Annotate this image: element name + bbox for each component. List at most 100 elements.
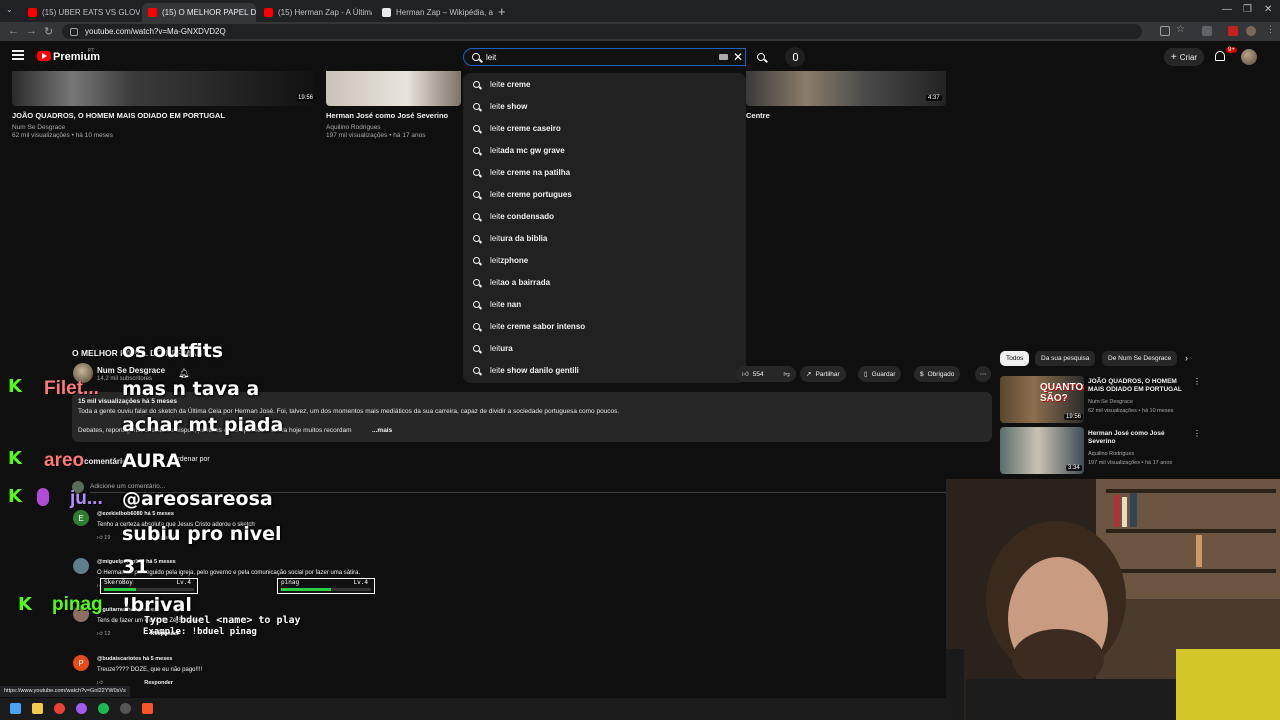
suggestion-completion: zphone: [500, 255, 529, 265]
reload-icon[interactable]: ↻: [44, 25, 53, 38]
restore-icon[interactable]: ❐: [1243, 4, 1252, 15]
video-thumbnail[interactable]: [326, 71, 461, 106]
chip-from-search[interactable]: Da sua pesquisa: [1035, 351, 1096, 366]
more-options-icon[interactable]: ⋮: [1193, 429, 1201, 438]
new-tab-icon[interactable]: +: [498, 4, 506, 19]
reply-button[interactable]: Responder: [144, 680, 173, 686]
browser-menu-icon[interactable]: ⋮: [1266, 24, 1276, 34]
start-icon[interactable]: [10, 703, 21, 714]
obs-icon[interactable]: [120, 703, 131, 714]
site-info-icon[interactable]: [70, 27, 78, 36]
sidebar-video-thumbnail[interactable]: 3:34: [1000, 427, 1084, 474]
suggestion-item[interactable]: leit e condensado: [463, 205, 746, 227]
suggestion-prefix: leit: [490, 321, 501, 331]
like-icon[interactable]: 👍︎: [742, 370, 749, 378]
search-icon: [473, 256, 480, 264]
install-app-icon[interactable]: [1160, 26, 1170, 36]
browser-tab[interactable]: (15) UBER EATS VS GLOVO I CU ✕: [22, 3, 140, 22]
video-meta: 62 mil visualizações • há 10 meses: [12, 132, 113, 139]
video-thumbnail[interactable]: [746, 71, 946, 106]
account-avatar[interactable]: [1241, 49, 1257, 65]
webcam-image: [946, 479, 1280, 720]
suggestion-item[interactable]: leit ao a bairrada: [463, 271, 746, 293]
dislike-icon[interactable]: 👎︎: [783, 370, 790, 378]
suggestion-prefix: leit: [490, 145, 501, 155]
tab-label: (15) Herman Zap - A Última Ce: [278, 8, 372, 17]
sidebar-video-thumbnail[interactable]: QUANTOS SÃO? 19:56: [1000, 376, 1084, 423]
chevron-right-icon[interactable]: ›: [1185, 353, 1188, 363]
suggestion-item[interactable]: leit e show: [463, 95, 746, 117]
extensions-icon[interactable]: [1202, 26, 1212, 36]
suggestion-item[interactable]: leit ura: [463, 337, 746, 359]
tab-search-icon[interactable]: ⌄: [6, 5, 13, 14]
video-thumbnail[interactable]: [12, 71, 314, 106]
more-actions-button[interactable]: ⋯: [975, 366, 991, 382]
suggestion-prefix: leit: [490, 101, 501, 111]
suggestion-item[interactable]: leit e creme na patilha: [463, 161, 746, 183]
video-title[interactable]: JOÃO QUADROS, O HOMEM MAIS ODIADO EM POR…: [12, 111, 225, 120]
save-label: Guardar: [871, 370, 896, 378]
search-box[interactable]: ✕: [463, 48, 746, 66]
suggestion-item[interactable]: leit e creme sabor intenso: [463, 315, 746, 337]
share-button[interactable]: ↗ Partilhar: [800, 366, 846, 382]
video-title[interactable]: Centre: [746, 111, 770, 120]
close-window-icon[interactable]: ✕: [1264, 4, 1272, 15]
search-button[interactable]: [749, 48, 773, 66]
video-title[interactable]: Herman José como José Severino: [326, 111, 448, 120]
sidebar-video-channel[interactable]: Num Se Desgrace: [1088, 398, 1198, 406]
bookmark-star-icon[interactable]: ☆: [1176, 24, 1186, 35]
brave-icon[interactable]: [142, 703, 153, 714]
save-button[interactable]: ▯ Guardar: [858, 366, 902, 382]
thanks-button[interactable]: $ Obrigado: [914, 366, 961, 382]
comment-avatar[interactable]: P: [73, 655, 89, 671]
youtube-logo-icon[interactable]: [37, 51, 51, 61]
extension-badge-icon[interactable]: [1228, 26, 1238, 36]
suggestion-item[interactable]: leit ada mc gw grave: [463, 139, 746, 161]
suggestion-completion: e show: [500, 101, 528, 111]
suggestion-item[interactable]: leit e creme caseiro: [463, 117, 746, 139]
file-explorer-icon[interactable]: [32, 703, 43, 714]
keyboard-icon[interactable]: [719, 54, 728, 60]
messenger-icon[interactable]: [76, 703, 87, 714]
sidebar-video-title[interactable]: Herman José como José Severino: [1088, 430, 1188, 446]
spotify-icon[interactable]: [98, 703, 109, 714]
create-button[interactable]: + Criar: [1164, 48, 1204, 66]
suggestion-item[interactable]: leit e creme portugues: [463, 183, 746, 205]
back-icon[interactable]: ←: [8, 25, 19, 37]
notifications-bell-icon[interactable]: [1215, 51, 1225, 61]
more-options-icon[interactable]: ⋮: [1193, 377, 1201, 386]
hamburger-menu-icon[interactable]: [12, 50, 24, 60]
chip-all[interactable]: Todos: [1000, 351, 1030, 366]
suggestion-item[interactable]: leit zphone: [463, 249, 746, 271]
comment-author[interactable]: @budaiscariotes há 5 meses: [97, 656, 172, 662]
suggestion-item[interactable]: leit ura da biblia: [463, 227, 746, 249]
kick-icon: K: [18, 594, 32, 615]
voice-search-button[interactable]: [785, 47, 805, 67]
notification-count-badge: 9+: [1226, 47, 1237, 53]
like-dislike-pill[interactable]: 👍︎ 554 👎︎: [736, 366, 796, 382]
duel-player-level: Lv.4: [176, 579, 191, 586]
search-input[interactable]: [486, 52, 706, 62]
chat-message: AURA: [122, 450, 181, 472]
browser-tab[interactable]: (15) Herman Zap - A Última Ce ✕: [258, 3, 372, 22]
omnibox[interactable]: youtube.com/watch?v=Ma-GNXDVD2Q: [62, 24, 1142, 39]
suggestion-prefix: leit: [490, 211, 501, 221]
chrome-icon[interactable]: [54, 703, 65, 714]
browser-tab[interactable]: Herman Zap – Wikipédia, a enc ✕: [376, 3, 494, 22]
forward-icon[interactable]: →: [26, 25, 37, 37]
sidebar-video-title[interactable]: JOÃO QUADROS, O HOMEM MAIS ODIADO EM POR…: [1088, 378, 1188, 394]
kick-icon: K: [8, 486, 22, 507]
clear-search-icon[interactable]: ✕: [733, 50, 743, 64]
webcam-feed: [946, 479, 1280, 720]
browser-tab-active[interactable]: (15) O MELHOR PAPEL DO HER ✕: [142, 3, 256, 22]
suggestion-item[interactable]: leit e nan: [463, 293, 746, 315]
browser-tab-bar: ⌄ (15) UBER EATS VS GLOVO I CU ✕ (15) O …: [0, 0, 1280, 22]
minimize-icon[interactable]: —: [1222, 4, 1232, 15]
duration-badge: 19:56: [296, 95, 316, 101]
sidebar-video-channel[interactable]: Aquilino Rodrigues: [1088, 450, 1198, 458]
profile-icon[interactable]: [1246, 26, 1256, 36]
youtube-favicon-icon: [28, 8, 37, 17]
suggestion-item[interactable]: leit e show danilo gentili: [463, 359, 746, 381]
suggestion-item[interactable]: leit e creme: [463, 73, 746, 95]
chip-from-channel[interactable]: De Num Se Desgrace: [1102, 351, 1178, 366]
